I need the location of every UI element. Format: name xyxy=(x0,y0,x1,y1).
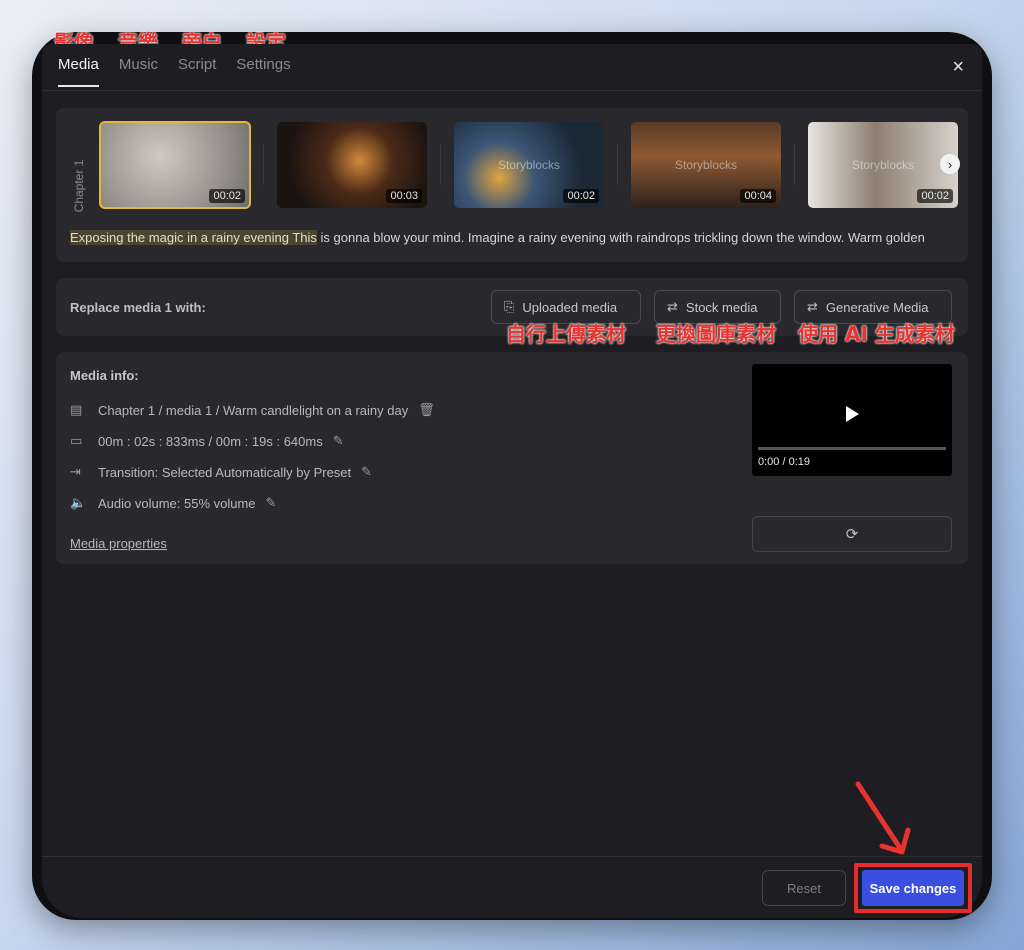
tab-settings[interactable]: Settings xyxy=(236,56,290,87)
media-thumbnail[interactable]: 00:03 xyxy=(277,122,427,208)
document-icon: ▤ xyxy=(70,402,83,417)
transition-icon: ⇥ xyxy=(70,464,81,479)
video-progress-track[interactable] xyxy=(758,447,946,450)
replace-label: Replace media 1 with: xyxy=(70,300,206,315)
media-timing-row: ▭ 00m : 02s : 833ms / 00m : 19s : 640ms … xyxy=(70,433,344,449)
tab-bar: Media Music Script Settings xyxy=(58,56,291,87)
tab-media[interactable]: Media xyxy=(58,56,99,87)
media-info-title: Media info: xyxy=(70,368,139,383)
thumbnail-strip: 00:02 00:03 Storyblocks 00:02 Storyblock… xyxy=(99,121,958,209)
thumbnail-separator xyxy=(617,145,618,185)
pencil-icon[interactable]: ✎ xyxy=(266,495,277,511)
media-thumbnail[interactable]: Storyblocks 00:02 xyxy=(808,122,958,208)
thumbnail-watermark: Storyblocks xyxy=(674,158,738,172)
media-thumbnail[interactable]: Storyblocks 00:04 xyxy=(631,122,781,208)
stock-media-label: Stock media xyxy=(685,299,758,315)
media-info-panel: Media info: ▤ Chapter 1 / media 1 / Warm… xyxy=(56,352,968,564)
script-rest: is gonna blow your mind. Imagine a rainy… xyxy=(316,230,925,245)
refresh-icon: ⟳ xyxy=(845,526,859,543)
ruler-icon: ▭ xyxy=(70,433,83,448)
video-time: 0:00 / 0:19 xyxy=(758,456,810,468)
generative-media-label: Generative Media xyxy=(825,299,929,315)
video-preview[interactable]: 0:00 / 0:19 xyxy=(752,364,952,476)
chapter-panel: Chapter 1 00:02 00:03 Storyblocks 00:02 … xyxy=(56,108,968,262)
thumbnail-separator xyxy=(794,145,795,185)
media-path: Chapter 1 / media 1 / Warm candlelight o… xyxy=(98,402,409,418)
footer-divider xyxy=(42,856,982,857)
edit-media-modal: Media Music Script Settings × Chapter 1 … xyxy=(42,44,982,918)
thumbnail-separator xyxy=(440,145,441,185)
script-text: Exposing the magic in a rainy evening Th… xyxy=(70,230,960,245)
script-highlight: Exposing the magic in a rainy evening Th… xyxy=(70,230,317,245)
uploaded-media-label: Uploaded media xyxy=(522,299,618,315)
pencil-icon[interactable]: ✎ xyxy=(361,464,372,480)
annotation-generative: 使用 AI 生成素材 xyxy=(798,322,955,346)
thumbnail-duration: 00:03 xyxy=(386,189,422,203)
thumbnail-separator xyxy=(263,145,264,185)
tab-music[interactable]: Music xyxy=(119,56,158,87)
volume-row: 🔈 Audio volume: 55% volume ✎ xyxy=(70,495,276,511)
chevron-right-icon[interactable]: › xyxy=(940,154,960,174)
upload-file-icon: ⎘ xyxy=(504,299,515,314)
media-path-row: ▤ Chapter 1 / media 1 / Warm candlelight… xyxy=(70,402,435,418)
pencil-icon[interactable]: ✎ xyxy=(333,433,344,449)
tab-divider xyxy=(42,90,982,91)
swap-icon: ⇄ xyxy=(667,299,678,314)
media-thumbnail[interactable]: 00:02 xyxy=(99,121,251,209)
swap-icon: ⇄ xyxy=(807,299,818,314)
thumbnail-duration: 00:02 xyxy=(209,189,245,203)
annotation-stock: 更換圖庫素材 xyxy=(656,322,776,346)
thumbnail-duration: 00:04 xyxy=(740,189,776,203)
arrow-annotation-icon xyxy=(855,781,911,855)
save-changes-button[interactable]: Save changes xyxy=(862,870,964,906)
transition-text: Transition: Selected Automatically by Pr… xyxy=(98,464,352,480)
thumbnail-duration: 00:02 xyxy=(917,189,953,203)
thumbnail-watermark: Storyblocks xyxy=(497,158,561,172)
chapter-label: Chapter 1 xyxy=(72,159,86,213)
media-thumbnail[interactable]: Storyblocks 00:02 xyxy=(454,122,604,208)
thumbnail-watermark: Storyblocks xyxy=(851,158,915,172)
play-icon[interactable] xyxy=(846,406,859,422)
media-timing: 00m : 02s : 833ms / 00m : 19s : 640ms xyxy=(98,433,323,449)
refresh-button[interactable]: ⟳ xyxy=(752,516,952,552)
close-icon[interactable]: × xyxy=(952,56,964,79)
reset-button[interactable]: Reset xyxy=(762,870,846,906)
tab-script[interactable]: Script xyxy=(178,56,216,87)
media-properties-link[interactable]: Media properties xyxy=(70,536,167,551)
trash-icon[interactable]: 🗑 xyxy=(418,402,435,418)
transition-row: ⇥ Transition: Selected Automatically by … xyxy=(70,464,372,480)
speaker-icon: 🔈 xyxy=(70,495,87,510)
thumbnail-duration: 00:02 xyxy=(563,189,599,203)
volume-text: Audio volume: 55% volume xyxy=(98,495,256,511)
annotation-uploaded: 自行上傳素材 xyxy=(506,322,626,346)
